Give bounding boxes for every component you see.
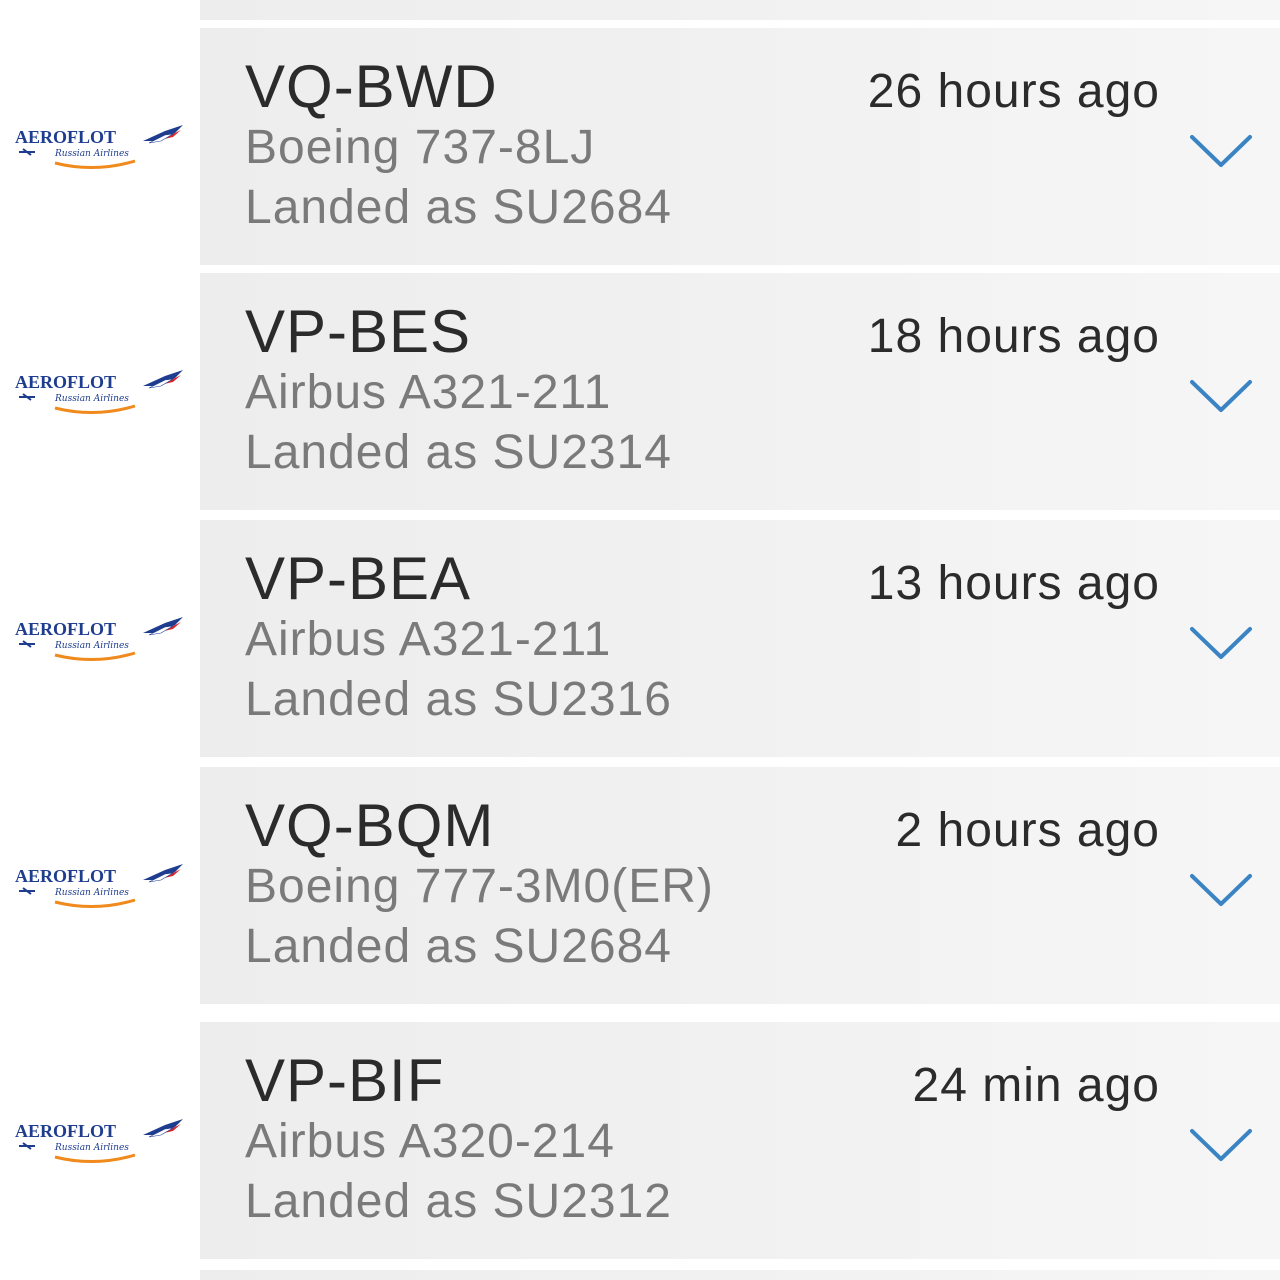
time-ago: 26 hours ago <box>867 65 1160 118</box>
list-item[interactable]: AEROFLOT Russian Airlines VP-BES Airbus … <box>0 273 1280 510</box>
logo-brand: AEROFLOT <box>15 127 116 147</box>
list-item-partial-top[interactable] <box>0 0 1280 20</box>
chevron-down-icon[interactable] <box>1188 623 1254 663</box>
aircraft-type: Boeing 737-8LJ <box>245 121 596 174</box>
flight-status: Landed as SU2684 <box>245 920 672 973</box>
flight-status: Landed as SU2312 <box>245 1175 672 1228</box>
aeroflot-logo: AEROFLOT Russian Airlines <box>15 1115 185 1167</box>
list-item[interactable]: AEROFLOT Russian Airlines VP-BIF Airbus … <box>0 1022 1280 1259</box>
airline-logo-cell: AEROFLOT Russian Airlines <box>0 28 200 265</box>
chevron-down-icon[interactable] <box>1188 376 1254 416</box>
flight-status: Landed as SU2314 <box>245 426 672 479</box>
chevron-down-icon[interactable] <box>1188 1125 1254 1165</box>
airline-logo-cell: AEROFLOT Russian Airlines <box>0 1022 200 1259</box>
logo-tagline: Russian Airlines <box>54 149 129 159</box>
time-ago: 13 hours ago <box>867 557 1160 610</box>
flight-card[interactable]: VP-BEA Airbus A321-211 Landed as SU2316 … <box>200 520 1280 757</box>
aircraft-type: Airbus A321-211 <box>245 366 612 419</box>
airline-logo-cell: AEROFLOT Russian Airlines <box>0 767 200 1004</box>
aircraft-type: Airbus A320-214 <box>245 1115 615 1168</box>
logo-brand: AEROFLOT <box>15 1121 116 1141</box>
chevron-down-icon[interactable] <box>1188 870 1254 910</box>
time-ago: 24 min ago <box>912 1059 1160 1112</box>
aircraft-type: Airbus A321-211 <box>245 613 612 666</box>
list-item[interactable]: AEROFLOT Russian Airlines VP-BEA Airbus … <box>0 520 1280 757</box>
registration: VQ-BQM <box>245 792 495 859</box>
logo-tagline: Russian Airlines <box>54 1143 129 1153</box>
flight-card-partial[interactable] <box>200 1270 1280 1280</box>
airline-logo-cell: AEROFLOT Russian Airlines <box>0 520 200 757</box>
airline-logo-cell <box>0 1270 200 1280</box>
registration: VQ-BWD <box>245 53 498 120</box>
aeroflot-logo: AEROFLOT Russian Airlines <box>15 366 185 418</box>
logo-tagline: Russian Airlines <box>54 888 129 898</box>
aeroflot-logo: AEROFLOT Russian Airlines <box>15 121 185 173</box>
time-ago: 18 hours ago <box>867 310 1160 363</box>
airline-logo-cell <box>0 0 200 20</box>
flight-card[interactable]: VQ-BWD Boeing 737-8LJ Landed as SU2684 2… <box>200 28 1280 265</box>
flight-status: Landed as SU2316 <box>245 673 672 726</box>
logo-brand: AEROFLOT <box>15 866 116 886</box>
registration: VP-BIF <box>245 1047 445 1114</box>
list-item-partial-bottom[interactable] <box>0 1270 1280 1280</box>
logo-tagline: Russian Airlines <box>54 394 129 404</box>
flight-card[interactable]: VQ-BQM Boeing 777-3M0(ER) Landed as SU26… <box>200 767 1280 1004</box>
list-item[interactable]: AEROFLOT Russian Airlines VQ-BQM Boeing … <box>0 767 1280 1004</box>
registration: VP-BES <box>245 298 472 365</box>
flight-card[interactable]: VP-BIF Airbus A320-214 Landed as SU2312 … <box>200 1022 1280 1259</box>
chevron-down-icon[interactable] <box>1188 131 1254 171</box>
flight-card[interactable]: VP-BES Airbus A321-211 Landed as SU2314 … <box>200 273 1280 510</box>
time-ago: 2 hours ago <box>895 804 1160 857</box>
aircraft-type: Boeing 777-3M0(ER) <box>245 860 714 913</box>
aeroflot-logo: AEROFLOT Russian Airlines <box>15 613 185 665</box>
logo-tagline: Russian Airlines <box>54 641 129 651</box>
flight-history-list: AEROFLOT Russian Airlines VQ-BWD Boeing … <box>0 0 1280 1280</box>
flight-card-partial[interactable] <box>200 0 1280 20</box>
logo-brand: AEROFLOT <box>15 372 116 392</box>
flight-status: Landed as SU2684 <box>245 181 672 234</box>
list-item[interactable]: AEROFLOT Russian Airlines VQ-BWD Boeing … <box>0 28 1280 265</box>
airline-logo-cell: AEROFLOT Russian Airlines <box>0 273 200 510</box>
aeroflot-logo: AEROFLOT Russian Airlines <box>15 860 185 912</box>
registration: VP-BEA <box>245 545 472 612</box>
logo-brand: AEROFLOT <box>15 619 116 639</box>
